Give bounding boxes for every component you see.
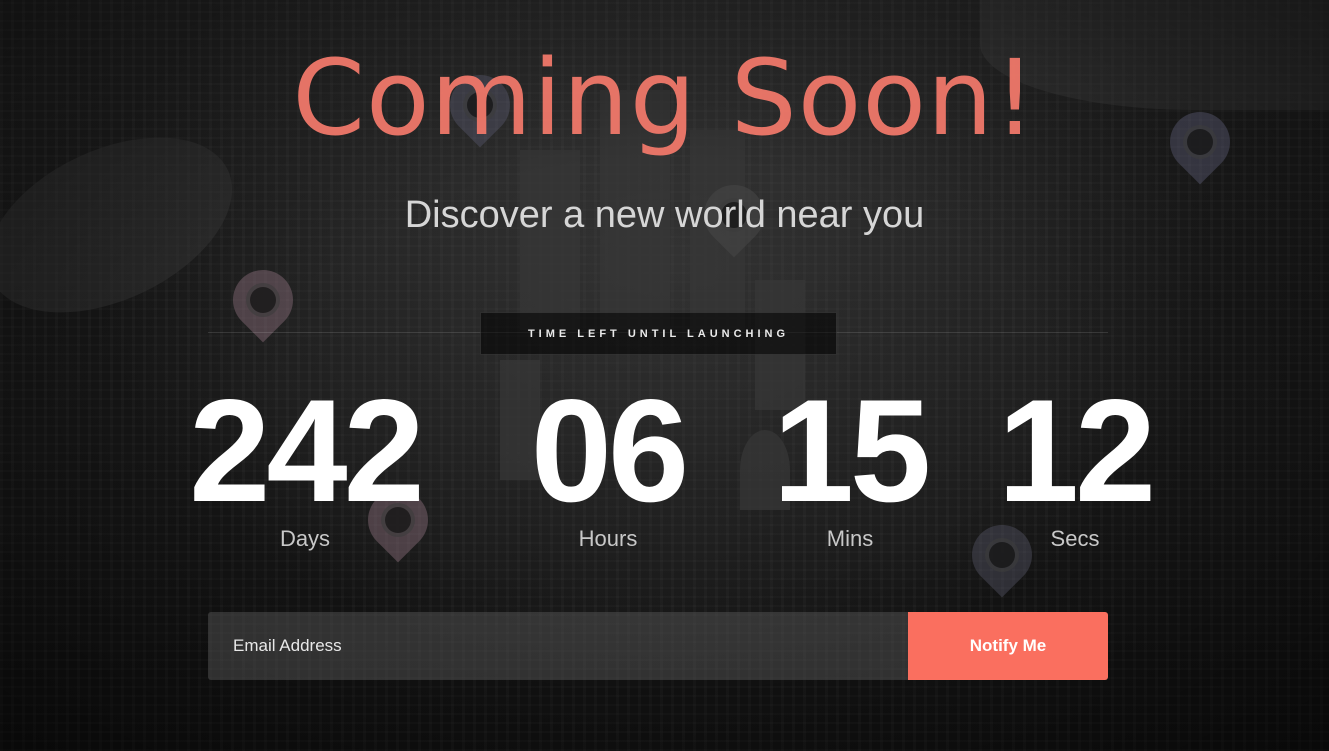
countdown-secs: 12 Secs	[990, 378, 1160, 552]
countdown-caption: TIME LEFT UNTIL LAUNCHING	[480, 312, 837, 355]
email-input[interactable]	[208, 612, 908, 680]
countdown-days-value: 242	[189, 369, 425, 532]
countdown-hours-value: 06	[530, 369, 689, 532]
countdown-mins: 15 Mins	[770, 369, 931, 552]
notify-form: Notify Me	[208, 612, 1108, 680]
countdown-mins-value: 15	[772, 369, 931, 532]
countdown-hours: 06 Hours	[508, 378, 708, 552]
countdown-secs-value: 12	[997, 369, 1156, 532]
page-title: Coming Soon!	[292, 37, 1037, 159]
page-subtitle: Discover a new world near you	[404, 194, 925, 236]
notify-me-button[interactable]: Notify Me	[908, 612, 1108, 680]
countdown-days: 242 Days	[160, 378, 450, 552]
